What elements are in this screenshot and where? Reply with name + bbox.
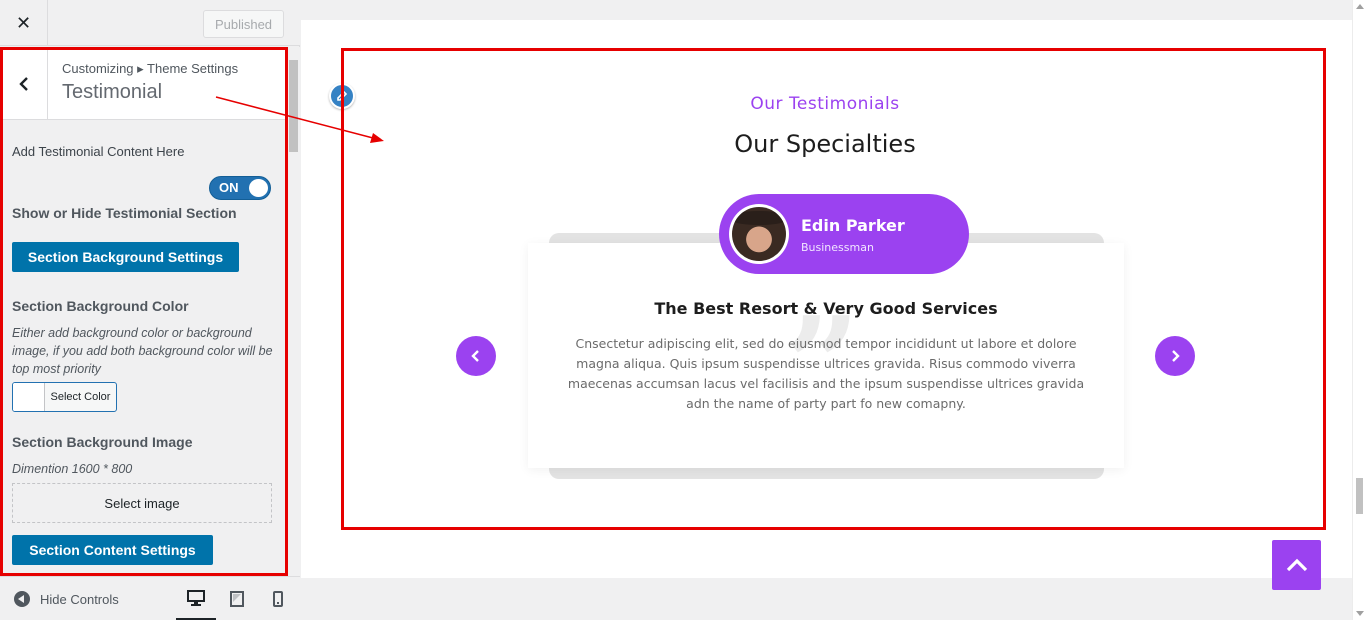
section-heading: Our Specialties (734, 130, 916, 158)
scroll-up-arrow-icon[interactable] (1356, 4, 1364, 9)
published-button[interactable]: Published (203, 10, 284, 38)
breadcrumb: Customizing ▸ Theme Settings (62, 61, 239, 76)
section-content-settings-button[interactable]: Section Content Settings (12, 535, 213, 565)
chevron-left-icon (471, 350, 479, 362)
background-image-note: Dimention 1600 * 800 (12, 462, 133, 476)
preview-tablet-button[interactable] (217, 577, 257, 620)
controls-panel: Add Testimonial Content Here ON Show or … (0, 121, 288, 576)
background-color-label: Section Background Color (12, 298, 189, 314)
next-testimonial-button[interactable] (1155, 336, 1195, 376)
show-hide-label: Show or Hide Testimonial Section (12, 205, 237, 221)
background-image-label: Section Background Image (12, 434, 193, 450)
mobile-icon (273, 591, 283, 607)
customizer-sidebar: ✕ Published Customizing ▸ Theme Settings… (0, 0, 300, 620)
scroll-down-arrow-icon[interactable] (1356, 611, 1364, 616)
toggle-label: ON (219, 180, 239, 195)
background-color-note: Either add background color or backgroun… (12, 326, 273, 376)
tablet-icon (230, 591, 244, 607)
chevron-left-icon (18, 76, 28, 91)
close-customizer-button[interactable]: ✕ (0, 0, 48, 46)
show-testimonial-toggle[interactable]: ON (209, 176, 271, 200)
author-role: Businessman (801, 241, 874, 254)
desktop-icon (187, 589, 205, 606)
preview-scroll-thumb[interactable] (1356, 478, 1363, 514)
preview-desktop-button[interactable] (176, 577, 216, 620)
avatar (729, 204, 789, 264)
section-subtitle: Our Testimonials (750, 94, 900, 114)
select-image-button[interactable]: Select image (12, 483, 272, 523)
review-title: The Best Resort & Very Good Services (654, 299, 998, 318)
preview-mobile-button[interactable] (258, 577, 298, 620)
author-badge: Edin Parker Businessman (719, 194, 969, 274)
preview-scrollbar[interactable] (1352, 0, 1366, 620)
author-name: Edin Parker (801, 216, 905, 235)
sidebar-scrollbar[interactable] (288, 47, 300, 576)
chevron-right-icon (1172, 350, 1180, 362)
hide-controls-label: Hide Controls (40, 591, 119, 607)
section-background-settings-button[interactable]: Section Background Settings (12, 242, 239, 272)
review-text: Cnsectetur adipiscing elit, sed do eiusm… (567, 336, 1085, 411)
select-color-label: Select Color (50, 391, 111, 403)
hide-controls-button[interactable]: Hide Controls (14, 591, 119, 607)
scroll-to-top-button[interactable] (1272, 540, 1321, 590)
customizer-topbar: ✕ Published (0, 0, 300, 46)
toggle-knob (249, 179, 268, 197)
customizer-footer: Hide Controls (0, 576, 300, 620)
chevron-up-icon (1286, 558, 1307, 572)
previous-testimonial-button[interactable] (456, 336, 496, 376)
collapse-arrow-icon (14, 591, 30, 607)
select-color-button[interactable]: Select Color (12, 382, 117, 412)
color-swatch (13, 383, 45, 411)
